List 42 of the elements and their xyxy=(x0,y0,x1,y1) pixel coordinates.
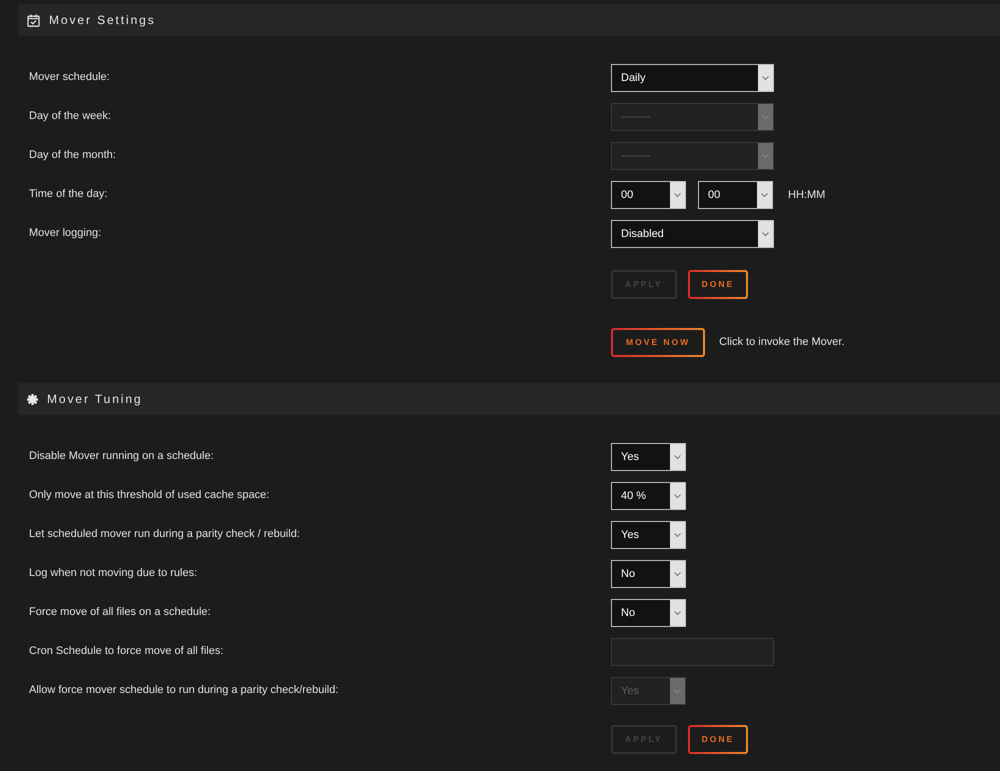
select-dropdown[interactable]: Daily xyxy=(611,64,774,92)
chevron-down-icon xyxy=(757,182,772,208)
field-label: Allow force mover schedule to run during a parity check/rebuild: xyxy=(29,684,338,698)
select-dropdown[interactable]: Disabled xyxy=(611,220,774,248)
chevron-down-icon xyxy=(670,182,685,208)
section-title: Mover Tuning xyxy=(47,393,143,405)
field-label: Disable Mover running on a schedule: xyxy=(29,450,214,464)
chevron-down-icon xyxy=(670,522,685,548)
select-dropdown[interactable]: Yes xyxy=(611,521,686,549)
chevron-down-icon xyxy=(670,561,685,587)
chevron-down-icon xyxy=(758,143,773,169)
select-dropdown[interactable]: 00 xyxy=(698,181,773,209)
select-dropdown[interactable]: No xyxy=(611,560,686,588)
field-label: Log when not moving due to rules: xyxy=(29,567,198,581)
field-label: Mover schedule: xyxy=(29,71,110,85)
help-text: Click to invoke the Mover. xyxy=(719,335,845,350)
field-label: Day of the week: xyxy=(29,110,111,124)
select-dropdown[interactable]: 40 % xyxy=(611,482,686,510)
field-label: Mover logging: xyxy=(29,227,102,241)
form-button[interactable]: DONE xyxy=(688,270,748,299)
gear-icon xyxy=(27,394,38,404)
chevron-down-icon xyxy=(758,65,773,91)
field-label: Force move of all files on a schedule: xyxy=(29,606,211,620)
move-now-button[interactable]: MOVE NOW xyxy=(611,328,706,357)
calendar-check-icon xyxy=(27,14,40,26)
chevron-down-icon xyxy=(670,483,685,509)
chevron-down-icon xyxy=(670,600,685,626)
format-hint: HH:MM xyxy=(788,188,826,203)
chevron-down-icon xyxy=(758,221,773,247)
field-label: Day of the month: xyxy=(29,149,116,163)
chevron-down-icon xyxy=(670,678,685,704)
form-button[interactable]: DONE xyxy=(688,725,748,754)
field-label: Time of the day: xyxy=(29,188,108,202)
select-dropdown[interactable]: Yes xyxy=(611,443,686,471)
chevron-down-icon xyxy=(670,444,685,470)
section-title: Mover Settings xyxy=(49,14,156,26)
select-dropdown[interactable]: 00 xyxy=(611,181,686,209)
field-label: Only move at this threshold of used cache space: xyxy=(29,489,270,503)
select-dropdown[interactable]: No xyxy=(611,599,686,627)
chevron-down-icon xyxy=(758,104,773,130)
field-label: Cron Schedule to force move of all files: xyxy=(29,645,224,659)
field-label: Let scheduled mover run during a parity check / rebuild: xyxy=(29,528,300,542)
